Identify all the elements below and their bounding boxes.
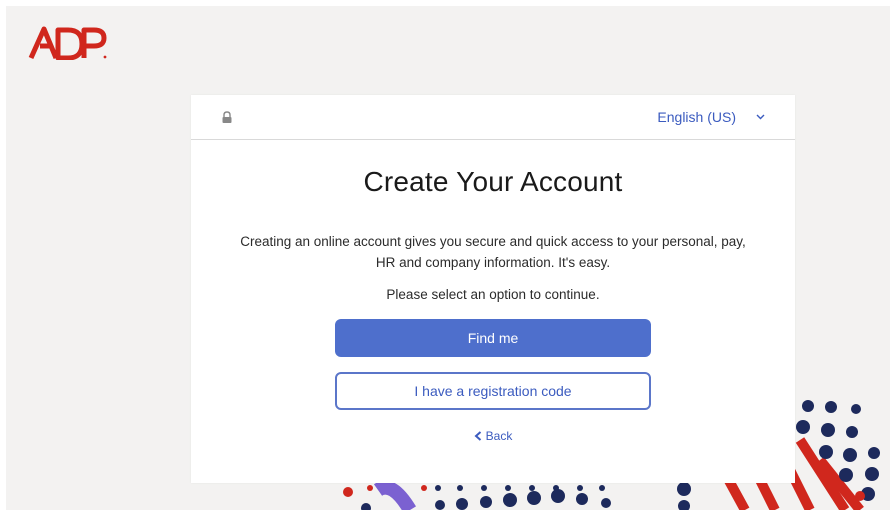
back-label: Back: [485, 429, 513, 443]
registration-code-button[interactable]: I have a registration code: [335, 372, 651, 410]
chevron-down-icon: [756, 114, 765, 120]
description-text: Creating an online account gives you sec…: [240, 234, 746, 270]
language-selector[interactable]: English (US): [657, 95, 765, 139]
lock-icon: [222, 111, 232, 123]
language-label: English (US): [657, 109, 736, 125]
frame-left: [0, 0, 6, 510]
page-title: Create Your Account: [363, 166, 623, 197]
chevron-left-icon: [474, 431, 481, 441]
prompt-text: Please select an option to continue.: [386, 287, 600, 302]
adp-logo: [28, 26, 107, 60]
find-me-button[interactable]: Find me: [335, 319, 651, 357]
card-header: English (US): [191, 95, 795, 140]
frame-top: [0, 0, 890, 6]
back-link[interactable]: Back: [191, 429, 795, 443]
create-account-card: English (US) Create Your Account Creatin…: [191, 95, 795, 483]
